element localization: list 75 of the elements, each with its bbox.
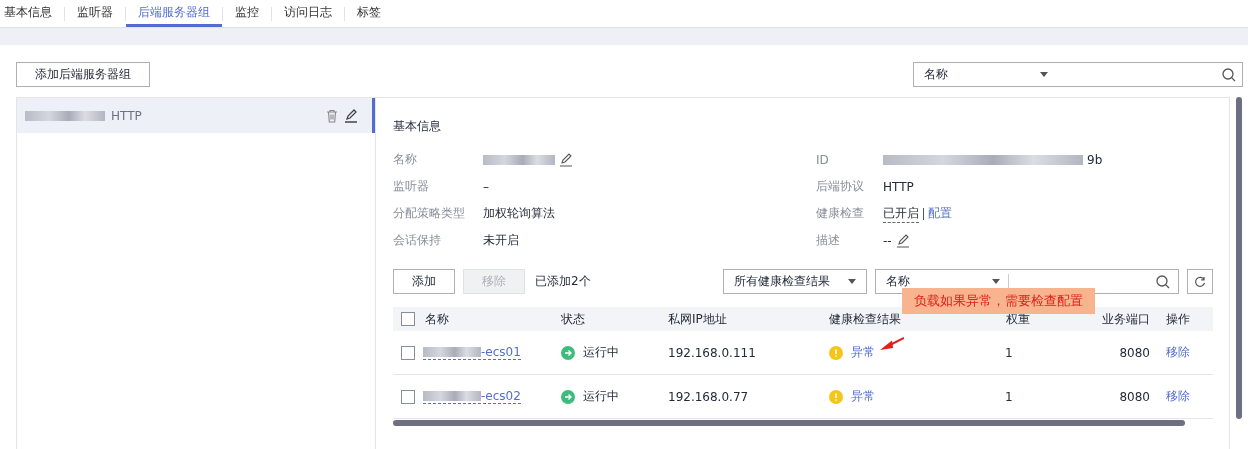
table-cell: 8080	[1119, 345, 1150, 360]
field-value: 已开启	[883, 204, 919, 223]
table-cell: 192.168.0.77	[668, 389, 749, 404]
select-all-checkbox[interactable]	[401, 312, 415, 326]
tab[interactable]: 基本信息	[0, 0, 64, 27]
redacted-text	[423, 347, 481, 357]
vertical-scrollbar[interactable]	[1236, 97, 1242, 419]
annotation-arrow	[880, 337, 904, 351]
horizontal-scrollbar[interactable]	[393, 420, 1185, 426]
redacted-text	[423, 391, 481, 401]
server-name-link[interactable]: -ecs01	[481, 345, 521, 359]
health-result-link[interactable]: 异常	[851, 344, 875, 361]
table-cell: 1	[1005, 345, 1013, 360]
warning-icon	[829, 345, 843, 360]
search-icon[interactable]	[1156, 274, 1170, 289]
warning-icon	[829, 389, 843, 404]
annotation-callout: 负载如果异常，需要检查配置	[902, 288, 1095, 314]
table-cell: 1	[1005, 389, 1013, 404]
field-label: 后端协议	[816, 178, 865, 195]
edit-icon[interactable]	[559, 152, 573, 167]
add-group-button[interactable]: 添加后端服务器组	[16, 62, 150, 87]
running-status-icon	[561, 345, 575, 360]
row-checkbox[interactable]	[401, 345, 415, 360]
server-name-link[interactable]: -ecs02	[481, 389, 521, 403]
column-header: 状态	[561, 310, 585, 328]
remove-link[interactable]: 移除	[1166, 388, 1190, 405]
health-result-link[interactable]: 异常	[851, 388, 875, 405]
field-value: 未开启	[483, 232, 519, 249]
edit-icon[interactable]	[344, 108, 358, 123]
remove-link[interactable]: 移除	[1166, 344, 1190, 361]
column-header: 名称	[425, 310, 449, 328]
group-name: HTTP	[111, 108, 142, 123]
search-field[interactable]: 名称	[913, 62, 1243, 87]
tab[interactable]: 标签	[345, 0, 393, 27]
field-label: 监听器	[393, 178, 430, 195]
refresh-icon	[1194, 275, 1206, 288]
edit-icon[interactable]	[895, 233, 910, 248]
row-checkbox[interactable]	[401, 389, 415, 404]
section-title: 基本信息	[393, 118, 442, 135]
field-value: 9b	[1087, 152, 1103, 167]
add-button[interactable]: 添加	[393, 269, 455, 294]
field-value: HTTP	[883, 179, 914, 194]
field-label: 描述	[816, 232, 841, 249]
column-header: 私网IP地址	[668, 310, 727, 328]
field-label: 健康检查	[816, 205, 865, 222]
caret-icon	[848, 279, 856, 284]
field-value: 加权轮询算法	[483, 205, 555, 222]
table-cell: 192.168.0.111	[668, 345, 756, 360]
field-label: 名称	[393, 151, 418, 168]
column-header: 操作	[1166, 310, 1190, 328]
column-header: 业务端口	[1102, 310, 1150, 328]
caret-icon	[1040, 72, 1048, 77]
search-icon[interactable]	[1222, 67, 1236, 82]
refresh-button[interactable]	[1187, 269, 1213, 294]
table-cell: 运行中	[583, 388, 619, 405]
field-value: --	[883, 233, 892, 248]
field-value: –	[483, 179, 489, 194]
redacted-text	[483, 154, 555, 165]
trash-icon[interactable]	[326, 108, 338, 123]
filter-option[interactable]: 名称	[924, 66, 1032, 83]
added-count: 已添加2个	[535, 273, 591, 290]
caret-icon	[992, 279, 1000, 284]
tab[interactable]: 监控	[223, 0, 271, 27]
column-header: 健康检查结果	[829, 310, 901, 328]
tab[interactable]: 监听器	[65, 0, 125, 27]
group-item[interactable]: HTTP	[17, 98, 375, 133]
config-link[interactable]: 配置	[928, 205, 952, 222]
field-label: 分配策略类型	[393, 205, 466, 222]
health-filter-dropdown[interactable]: 所有健康检查结果	[723, 269, 867, 294]
table-cell: 运行中	[583, 344, 619, 361]
table-cell: 8080	[1119, 389, 1150, 404]
running-status-icon	[561, 389, 575, 404]
tab[interactable]: 访问日志	[272, 0, 344, 27]
field-label: ID	[816, 152, 830, 167]
field-label: 会话保持	[393, 232, 442, 249]
